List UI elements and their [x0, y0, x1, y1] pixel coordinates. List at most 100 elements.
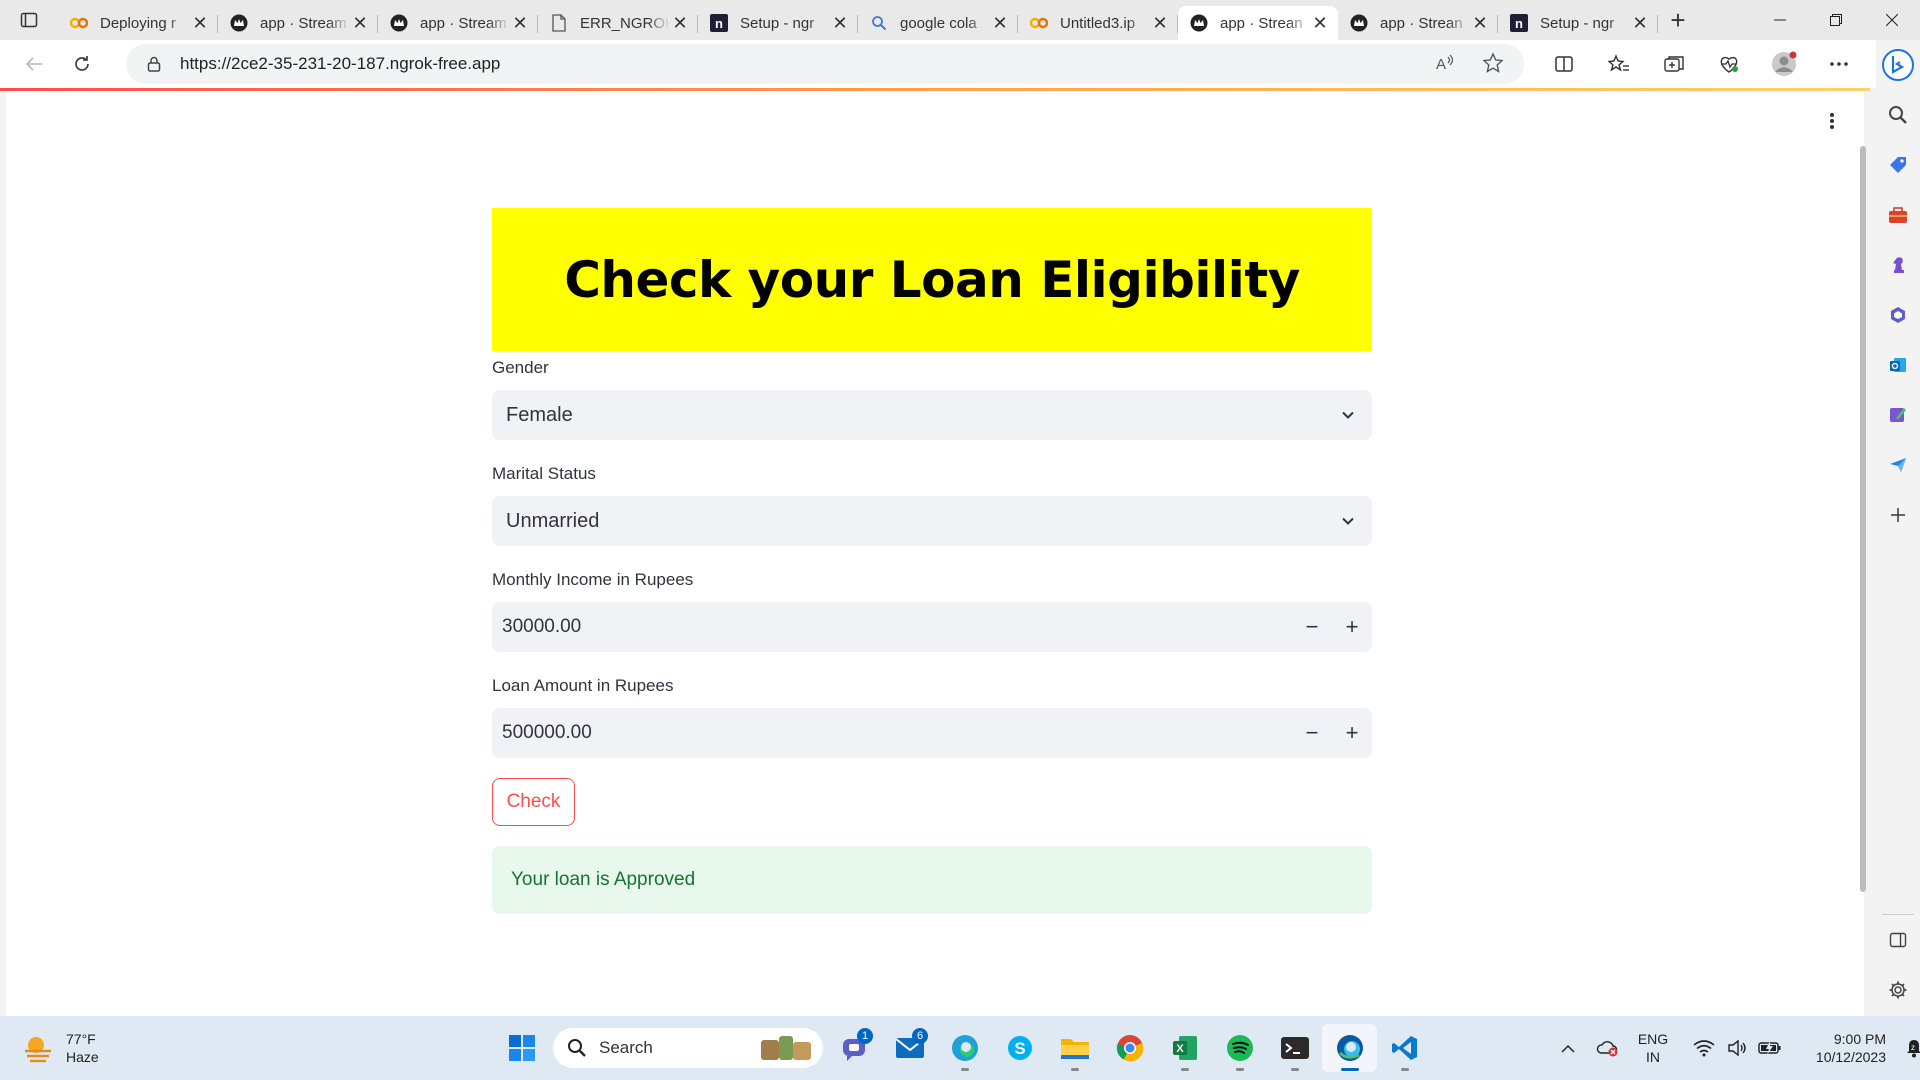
gender-select[interactable]: Female [492, 390, 1372, 440]
sidebar-outlook-button[interactable] [1876, 340, 1920, 390]
sidebar-designer-button[interactable] [1876, 390, 1920, 440]
sidebar-shopping-button[interactable] [1876, 140, 1920, 190]
tab-close-icon[interactable]: ✕ [190, 13, 210, 33]
taskbar-skype[interactable]: S [992, 1024, 1047, 1072]
taskbar-clock[interactable]: 9:00 PM 10/12/2023 [1796, 1030, 1886, 1066]
minimize-button[interactable] [1752, 0, 1808, 40]
browser-tab[interactable]: app · Strean ✕ [1178, 6, 1338, 40]
tab-close-icon[interactable]: ✕ [510, 13, 530, 33]
sidebar-add-button[interactable] [1876, 490, 1920, 540]
tab-actions-button[interactable] [0, 0, 58, 40]
profile-button[interactable] [1756, 44, 1811, 84]
tab-close-icon[interactable]: ✕ [670, 13, 690, 33]
tab-title: app · Stream [260, 14, 347, 32]
address-bar[interactable]: https://2ce2-35-231-20-187.ngrok-free.ap… [126, 44, 1524, 84]
tab-close-icon[interactable]: ✕ [990, 13, 1010, 33]
browser-tab[interactable]: google cola ✕ [858, 6, 1018, 40]
browser-tab[interactable]: Untitled3.ip ✕ [1018, 6, 1178, 40]
income-value[interactable]: 30000.00 [502, 616, 1292, 638]
designer-icon [1890, 408, 1906, 422]
loan-increment-button[interactable]: + [1332, 708, 1372, 758]
income-increment-button[interactable]: + [1332, 602, 1372, 652]
read-aloud-icon[interactable]: A [1434, 52, 1456, 74]
taskbar-edge-dev[interactable] [937, 1024, 992, 1072]
sidebar-search-button[interactable] [1876, 90, 1920, 140]
cloud-error-icon [1596, 1041, 1618, 1057]
weather-widget[interactable]: 77°F Haze [22, 1030, 99, 1066]
back-button[interactable] [10, 44, 58, 84]
loan-decrement-button[interactable]: − [1292, 708, 1332, 758]
start-button[interactable] [494, 1024, 549, 1072]
notifications-button[interactable]: z [1894, 1028, 1920, 1068]
close-icon [1886, 14, 1898, 26]
split-screen-button[interactable] [1536, 44, 1591, 84]
taskbar-search-box[interactable]: Search [553, 1028, 823, 1068]
browser-essentials-button[interactable] [1701, 44, 1756, 84]
taskbar-mail[interactable]: 6 [882, 1024, 937, 1072]
income-decrement-button[interactable]: − [1292, 602, 1332, 652]
app-main-menu-button[interactable] [1822, 109, 1842, 133]
taskbar-chrome[interactable] [1102, 1024, 1157, 1072]
tab-close-icon[interactable]: ✕ [1310, 13, 1330, 33]
browser-tab[interactable]: app · Stream ✕ [218, 6, 378, 40]
taskbar-spotify[interactable] [1212, 1024, 1267, 1072]
tab-close-icon[interactable]: ✕ [1630, 13, 1650, 33]
show-hidden-icons-button[interactable] [1548, 1028, 1588, 1068]
browser-tab[interactable]: app · Strean ✕ [1338, 6, 1498, 40]
check-button[interactable]: Check [492, 778, 575, 826]
hide-sidebar-button[interactable] [1876, 915, 1920, 965]
close-window-button[interactable] [1864, 0, 1920, 40]
search-icon [568, 1039, 586, 1057]
taskbar-teams[interactable]: 1 [827, 1024, 882, 1072]
settings-more-button[interactable] [1811, 44, 1866, 84]
restore-button[interactable] [1808, 0, 1864, 40]
ngrok-icon: n [710, 14, 728, 32]
volume-button[interactable] [1724, 1028, 1750, 1068]
windows-taskbar: 77°F Haze Search 1 6 S X ENG IN 9:00 PM … [0, 1016, 1920, 1080]
page-scrollbar[interactable] [1860, 146, 1866, 892]
page-title: Check your Loan Eligibility [564, 250, 1300, 309]
microsoft365-icon [1891, 307, 1905, 323]
tab-close-icon[interactable]: ✕ [1470, 13, 1490, 33]
loan-value[interactable]: 500000.00 [502, 722, 1292, 744]
browser-tab[interactable]: Deploying r ✕ [58, 6, 218, 40]
taskbar-excel[interactable]: X [1157, 1024, 1212, 1072]
browser-tab[interactable]: n Setup - ngr ✕ [698, 6, 858, 40]
tab-title: app · Strean [1220, 14, 1303, 32]
taskbar-edge[interactable] [1322, 1024, 1377, 1072]
loan-input[interactable]: 500000.00 − + [492, 708, 1372, 758]
sidebar-settings-button[interactable] [1876, 965, 1920, 1015]
browser-tab[interactable]: n Setup - ngr ✕ [1498, 6, 1658, 40]
taskbar-file-explorer[interactable] [1047, 1024, 1102, 1072]
browser-tab[interactable]: app · Stream ✕ [378, 6, 538, 40]
collections-button[interactable] [1646, 44, 1701, 84]
sidebar-games-button[interactable] [1876, 240, 1920, 290]
edge-sidebar [1876, 40, 1920, 1016]
income-input[interactable]: 30000.00 − + [492, 602, 1372, 652]
favorite-star-icon[interactable] [1482, 52, 1504, 74]
taskbar-vscode[interactable] [1377, 1024, 1432, 1072]
new-tab-button[interactable]: + [1658, 0, 1698, 40]
tab-close-icon[interactable]: ✕ [350, 13, 370, 33]
favorites-list-icon [1607, 54, 1629, 72]
refresh-button[interactable] [58, 44, 106, 84]
system-tray: ENG IN 9:00 PM 10/12/2023 z [1548, 1016, 1920, 1080]
page-viewport: Check your Loan Eligibility Gender Femal… [6, 91, 1864, 1016]
sidebar-tools-button[interactable] [1876, 190, 1920, 240]
language-indicator[interactable]: ENG IN [1628, 1030, 1678, 1066]
tab-close-icon[interactable]: ✕ [830, 13, 850, 33]
streamlit-crown-icon [390, 14, 408, 32]
bing-chat-button[interactable] [1876, 40, 1920, 90]
sidebar-m365-button[interactable] [1876, 290, 1920, 340]
marital-select[interactable]: Unmarried [492, 496, 1372, 546]
battery-button[interactable] [1750, 1028, 1790, 1068]
wifi-button[interactable] [1684, 1028, 1724, 1068]
browser-tab[interactable]: ERR_NGROK ✕ [538, 6, 698, 40]
onedrive-button[interactable] [1588, 1028, 1628, 1068]
tab-close-icon[interactable]: ✕ [1150, 13, 1170, 33]
sidebar-drop-button[interactable] [1876, 440, 1920, 490]
edge-icon [951, 1035, 978, 1061]
favorites-button[interactable] [1591, 44, 1646, 84]
plus-icon [1891, 508, 1905, 522]
taskbar-terminal[interactable] [1267, 1024, 1322, 1072]
